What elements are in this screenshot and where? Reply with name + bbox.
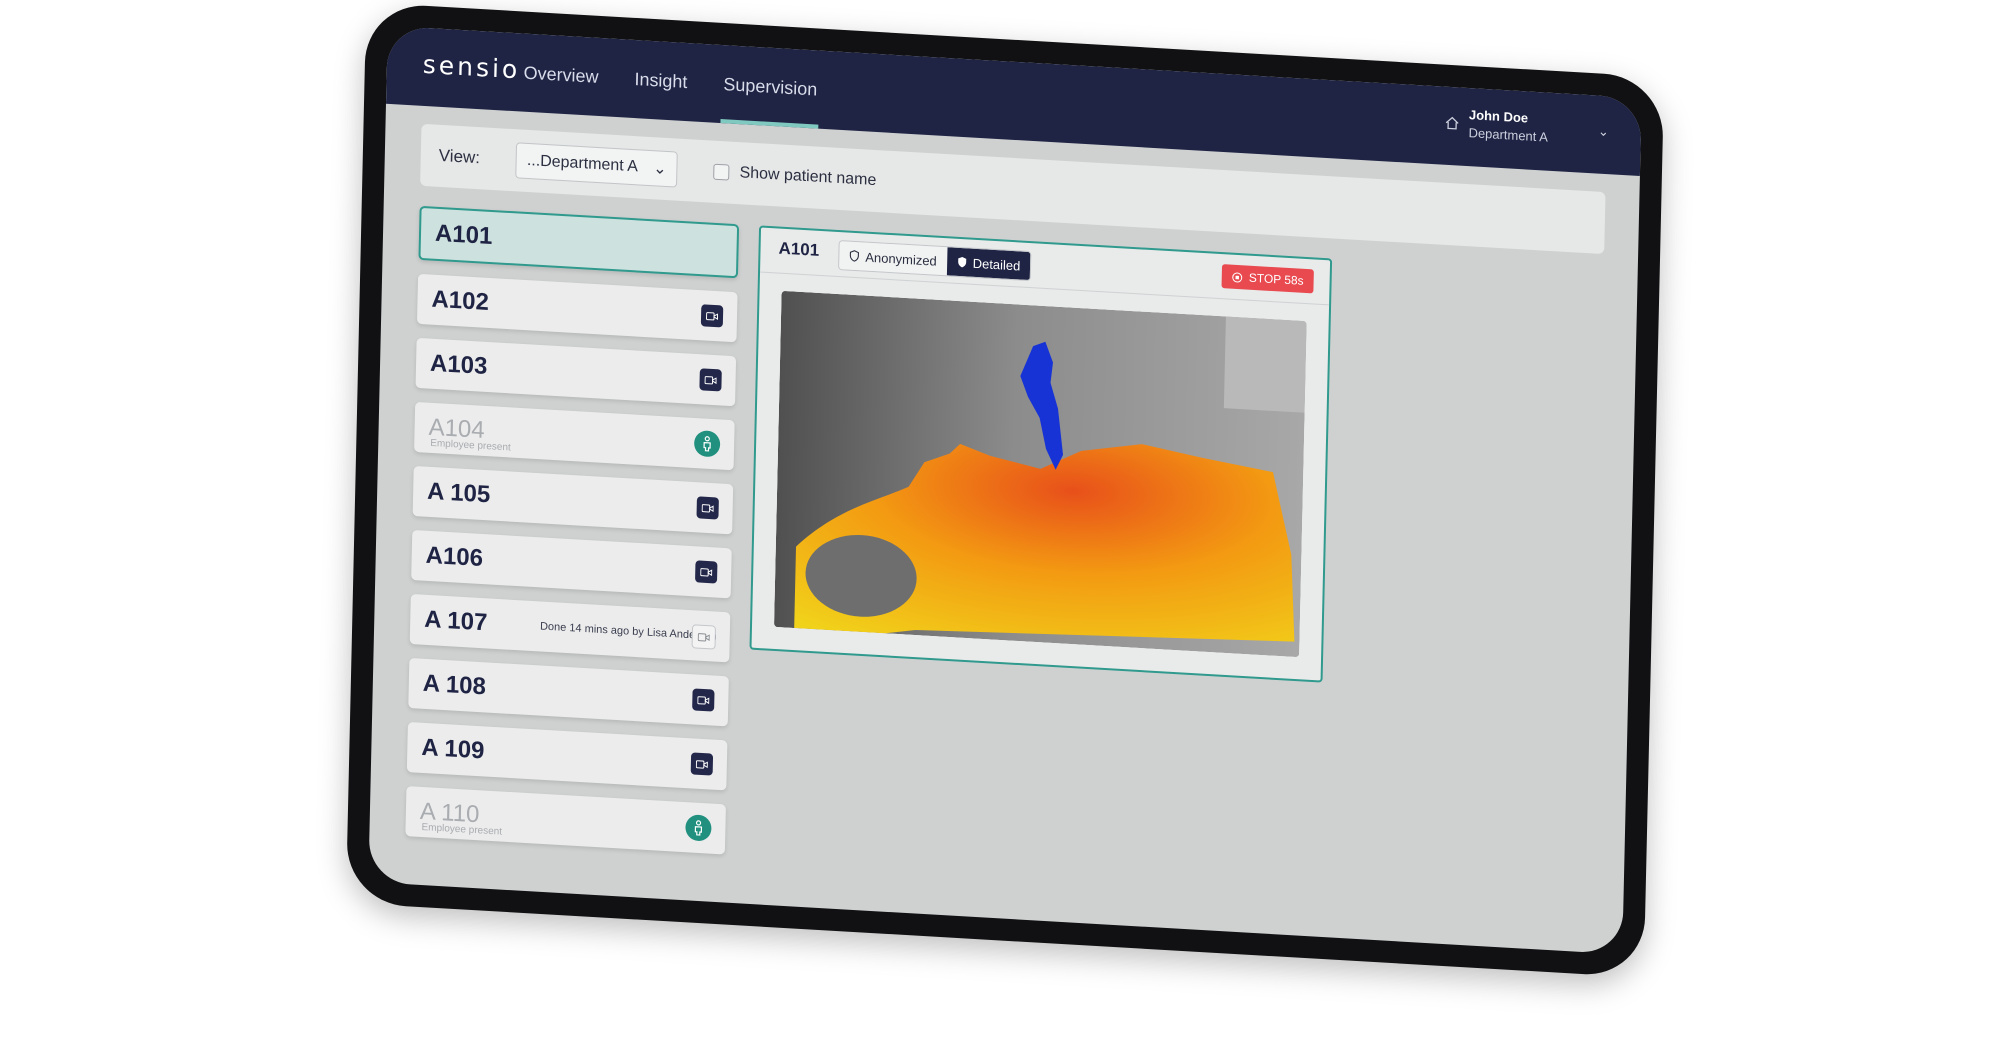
depth-feed-image — [773, 290, 1307, 658]
anonymized-button[interactable]: Anonymized — [839, 241, 948, 276]
room-item[interactable]: A 107 Done 14 mins ago by Lisa Anderson — [409, 593, 731, 663]
show-patient-name-option[interactable]: Show patient name — [713, 163, 877, 190]
show-patient-name-checkbox[interactable] — [713, 163, 730, 181]
person-icon — [693, 430, 721, 458]
camera-icon[interactable] — [696, 496, 719, 520]
room-item[interactable]: A106 — [411, 529, 732, 599]
nav-supervision[interactable]: Supervision — [720, 45, 820, 129]
view-label: View: — [438, 145, 481, 168]
stop-label: STOP 58s — [1248, 270, 1304, 288]
chevron-down-icon[interactable]: ⌄ — [1598, 124, 1609, 141]
camera-icon[interactable] — [699, 368, 722, 392]
room-item[interactable]: A 108 — [408, 657, 729, 727]
stop-icon — [1232, 272, 1243, 283]
app-screen: sensio Overview Insight Supervision John… — [368, 25, 1642, 955]
room-item[interactable]: A103 — [415, 337, 737, 407]
camera-icon[interactable] — [692, 688, 715, 712]
camera-outline-icon[interactable] — [691, 624, 717, 650]
room-item[interactable]: A101 — [418, 205, 740, 279]
room-status: Done 14 mins ago by Lisa Anderson — [539, 620, 717, 643]
nav-overview[interactable]: Overview — [521, 33, 602, 116]
room-detail-panel: A101 Anonymized Detailed STOP 58s — [749, 225, 1333, 683]
room-item[interactable]: A 110 Employee present — [405, 786, 726, 855]
room-item[interactable]: A102 — [416, 273, 738, 343]
stop-button[interactable]: STOP 58s — [1221, 264, 1314, 294]
room-item[interactable]: A 109 — [406, 722, 728, 791]
camera-icon[interactable] — [695, 560, 718, 584]
room-name: A 107 — [423, 605, 488, 637]
stage: sensio Overview Insight Supervision John… — [0, 0, 2000, 1046]
home-icon — [1445, 116, 1459, 130]
room-item[interactable]: A 105 — [412, 465, 734, 535]
camera-icon[interactable] — [690, 752, 714, 776]
view-select[interactable]: ...Department A ⌄ — [515, 142, 679, 188]
user-menu[interactable]: John Doe Department A ⌄ — [1444, 105, 1609, 150]
main-nav: Overview Insight Supervision — [521, 33, 820, 128]
user-info: John Doe Department A — [1468, 106, 1548, 147]
detailed-button[interactable]: Detailed — [946, 247, 1031, 281]
person-icon — [685, 814, 712, 842]
sensio-logo[interactable]: sensio — [423, 50, 521, 85]
show-patient-name-label: Show patient name — [739, 164, 877, 190]
room-subtitle: Employee present — [421, 821, 503, 838]
room-name: A103 — [429, 349, 488, 381]
room-name: A106 — [425, 541, 484, 573]
room-name: A 108 — [422, 669, 487, 701]
room-name: A 105 — [426, 477, 491, 509]
detailed-label: Detailed — [972, 255, 1021, 274]
depth-camera-feed — [773, 290, 1307, 658]
shield-icon — [957, 256, 966, 268]
chevron-down-icon: ⌄ — [653, 160, 667, 178]
detail-room-title: A101 — [778, 238, 820, 260]
user-department: Department A — [1468, 125, 1549, 145]
tablet-frame: sensio Overview Insight Supervision John… — [345, 2, 1665, 978]
room-name: A101 — [434, 219, 493, 251]
room-item[interactable]: A104 Employee present — [414, 401, 735, 471]
room-list: A101 A102 A103 A104 Employee present A 1… — [405, 205, 740, 855]
room-subtitle: Employee present — [430, 437, 511, 454]
camera-icon[interactable] — [700, 304, 724, 328]
view-select-value: ...Department A — [526, 151, 639, 176]
anonymized-label: Anonymized — [865, 249, 937, 269]
view-mode-toggle: Anonymized Detailed — [838, 240, 1032, 282]
room-name: A 109 — [421, 733, 485, 765]
shield-icon — [849, 250, 859, 262]
nav-insight[interactable]: Insight — [632, 40, 691, 121]
room-name: A102 — [431, 285, 490, 316]
